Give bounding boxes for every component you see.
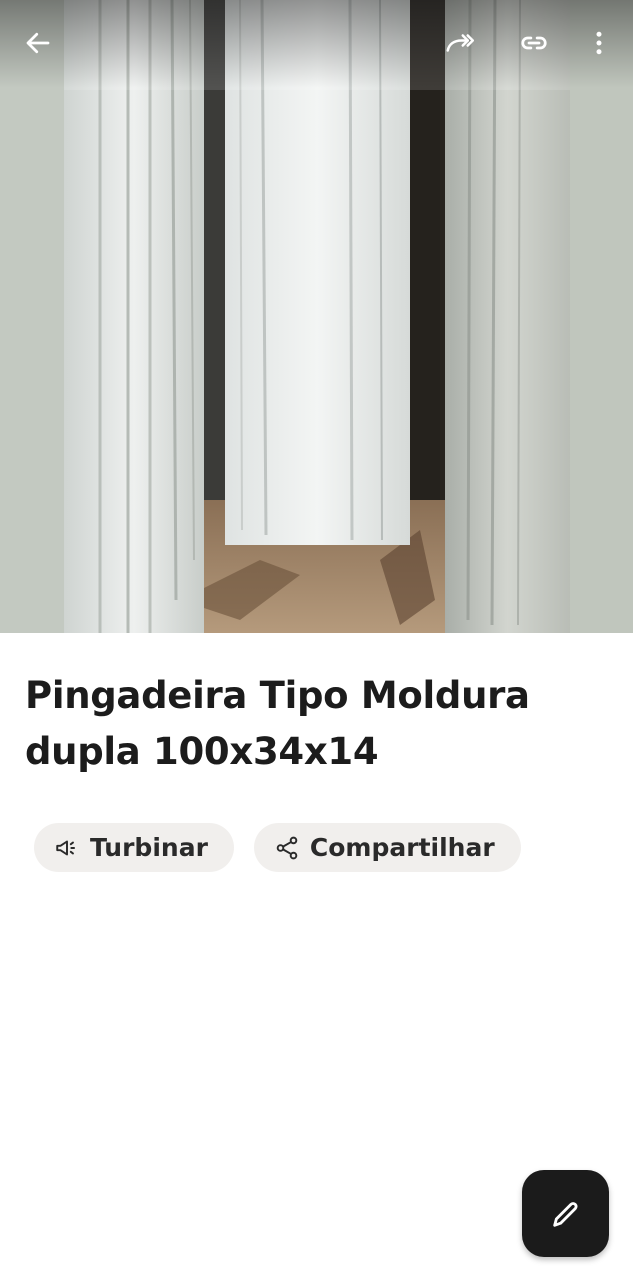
more-options-button[interactable] bbox=[576, 20, 622, 66]
share-label: Compartilhar bbox=[309, 833, 495, 862]
megaphone-icon bbox=[56, 840, 76, 855]
copy-link-button[interactable] bbox=[511, 20, 557, 66]
product-photo bbox=[0, 0, 633, 633]
boost-button[interactable]: Turbinar bbox=[34, 823, 234, 872]
action-chips: Turbinar Compartilhar bbox=[34, 823, 521, 872]
more-vertical-icon bbox=[596, 31, 602, 55]
boost-label: Turbinar bbox=[90, 833, 208, 862]
link-icon bbox=[521, 36, 547, 50]
edit-fab-button[interactable] bbox=[522, 1170, 609, 1257]
product-image[interactable] bbox=[0, 0, 633, 633]
forward-button[interactable] bbox=[436, 20, 482, 66]
listing-detail-screen: Pingadeira Tipo Moldura dupla 100x34x14 … bbox=[0, 0, 633, 1280]
arrow-left-icon bbox=[26, 32, 50, 54]
listing-title: Pingadeira Tipo Moldura dupla 100x34x14 bbox=[25, 674, 530, 773]
share-nodes-icon bbox=[276, 836, 298, 859]
back-button[interactable] bbox=[15, 20, 61, 66]
share-button[interactable]: Compartilhar bbox=[253, 823, 521, 872]
forward-arrow-icon bbox=[446, 34, 474, 52]
pencil-icon bbox=[552, 1201, 577, 1227]
app-bar bbox=[0, 0, 633, 88]
